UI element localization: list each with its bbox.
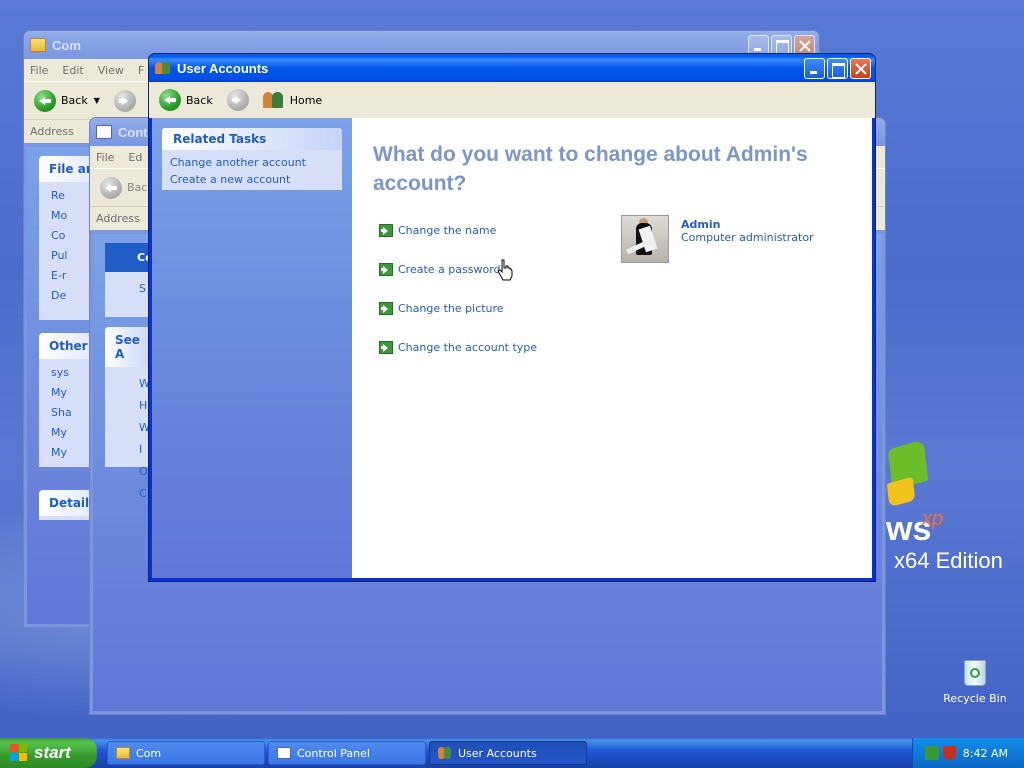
create-password-link[interactable]: Create a password <box>379 250 537 289</box>
create-new-account-link[interactable]: Create a new account <box>162 171 342 190</box>
green-arrow-icon <box>379 302 393 315</box>
windows-flag-icon <box>10 744 28 762</box>
window-title: Com <box>52 37 81 53</box>
switch-item[interactable]: S <box>105 272 153 295</box>
related-tasks-header: Related Tasks <box>162 128 342 150</box>
logo-edition: x64 Edition <box>894 548 1003 573</box>
recycle-bin-label: Recycle Bin <box>943 692 1007 705</box>
minimize-button[interactable] <box>804 57 825 79</box>
user-accounts-icon <box>155 61 171 75</box>
see-also-list: W H W I O C <box>105 367 153 505</box>
change-name-link[interactable]: Change the name <box>379 211 537 250</box>
back-arrow-icon[interactable] <box>34 89 56 112</box>
menu-file[interactable]: File <box>30 64 48 77</box>
home-users-icon[interactable] <box>262 90 285 110</box>
system-tray: 8:42 AM <box>912 738 1024 768</box>
action-label[interactable]: Change the picture <box>398 302 504 315</box>
menu-edit[interactable]: Edit <box>62 64 83 77</box>
home-button[interactable]: Home <box>290 94 322 107</box>
back-label[interactable]: Back <box>61 94 88 107</box>
window-title: User Accounts <box>177 60 269 76</box>
taskbar-item-user-accounts[interactable]: User Accounts <box>429 741 587 765</box>
clock[interactable]: 8:42 AM <box>963 747 1008 760</box>
taskbar-item-control-panel[interactable]: Control Panel <box>268 741 426 765</box>
see-also-header[interactable]: See A <box>105 327 153 367</box>
chevron-down-icon[interactable]: ▼ <box>94 96 100 105</box>
taskbar: start Com Control Panel User Accounts 8:… <box>0 738 1024 768</box>
security-shield-icon[interactable] <box>943 746 956 760</box>
action-label[interactable]: Create a password <box>398 263 501 276</box>
maximize-button[interactable] <box>827 57 848 79</box>
action-list: Change the name Create a password Change… <box>379 211 537 367</box>
account-name: Admin <box>681 218 721 231</box>
window-body: Related Tasks Change another account Cre… <box>152 118 872 578</box>
account-card: Admin Computer administrator <box>621 215 814 263</box>
address-label: Address <box>30 125 74 138</box>
start-label: start <box>34 743 71 762</box>
close-button[interactable] <box>850 57 871 79</box>
menu-edit[interactable]: Ed <box>128 151 142 164</box>
forward-arrow-icon[interactable] <box>113 89 136 112</box>
window-user-accounts[interactable]: User Accounts Back Home Related Tasks Ch… <box>148 53 876 582</box>
control-panel-box: Co S <box>105 243 153 317</box>
main-pane: What do you want to change about Admin's… <box>352 118 872 578</box>
back-button[interactable]: Back <box>186 94 213 107</box>
network-icon[interactable] <box>925 746 939 760</box>
account-picture <box>621 215 669 263</box>
control-panel-icon <box>96 125 112 139</box>
forward-arrow-icon[interactable] <box>226 89 249 111</box>
selected-item[interactable]: Co <box>105 243 153 272</box>
recycle-bin-desktop-icon[interactable]: Recycle Bin <box>940 656 1010 705</box>
hand-cursor-icon <box>497 259 513 281</box>
menu-view[interactable]: View <box>98 64 124 77</box>
taskbar-item-com[interactable]: Com <box>107 741 265 765</box>
user-accounts-icon <box>438 747 452 759</box>
change-picture-link[interactable]: Change the picture <box>379 289 537 328</box>
control-panel-icon <box>277 747 291 759</box>
back-arrow-icon[interactable] <box>159 89 181 111</box>
start-button[interactable]: start <box>0 738 97 768</box>
menu-favorites[interactable]: F <box>138 64 144 77</box>
green-arrow-icon <box>379 263 393 276</box>
menu-file[interactable]: File <box>96 151 114 164</box>
recycle-bin-icon <box>960 656 990 688</box>
change-another-account-link[interactable]: Change another account <box>162 150 342 171</box>
taskbar-item-label: Control Panel <box>297 746 370 760</box>
action-label[interactable]: Change the account type <box>398 341 537 354</box>
titlebar-user-accounts[interactable]: User Accounts <box>149 54 875 82</box>
address-label: Address <box>96 212 140 225</box>
back-arrow-icon[interactable] <box>100 176 122 199</box>
green-arrow-icon <box>379 341 393 354</box>
green-arrow-icon <box>379 224 393 237</box>
folder-icon <box>116 747 130 759</box>
left-pane: Related Tasks Change another account Cre… <box>152 118 352 578</box>
action-label[interactable]: Change the name <box>398 224 496 237</box>
account-info: Admin Computer administrator <box>681 218 814 263</box>
page-title: What do you want to change about Admin's… <box>373 143 808 195</box>
windows-logo-text: ws xp x64 Edition <box>886 508 1003 573</box>
change-account-type-link[interactable]: Change the account type <box>379 328 537 367</box>
back-label[interactable]: Bac <box>127 181 147 194</box>
see-also-box: See A W H W I O C <box>105 327 153 500</box>
taskbar-item-label: Com <box>136 746 162 760</box>
logo-xp: xp <box>922 508 944 530</box>
related-tasks-box: Related Tasks Change another account Cre… <box>162 128 342 190</box>
folder-icon <box>30 38 46 52</box>
taskbar-item-label: User Accounts <box>458 746 537 760</box>
toolbar: Back Home <box>149 82 875 118</box>
account-type: Computer administrator <box>681 231 814 244</box>
